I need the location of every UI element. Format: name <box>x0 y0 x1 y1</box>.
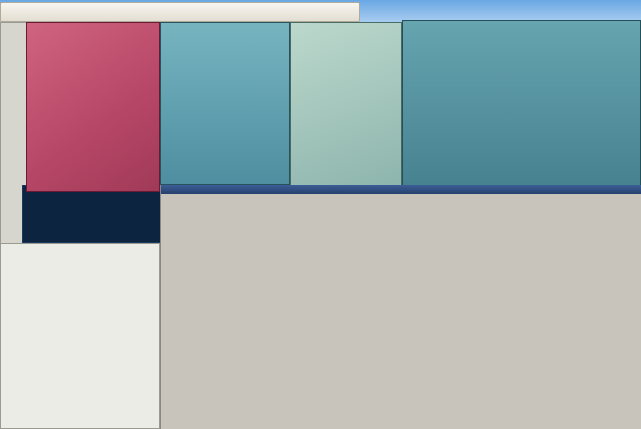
editor-title-bar <box>161 185 641 194</box>
filter-curve-window <box>22 185 163 243</box>
peak-meter-graphic <box>1 41 27 161</box>
channel-strip-window <box>290 22 402 192</box>
mastering-suite-screen <box>0 0 641 429</box>
quick-launch-toolbar <box>0 2 360 22</box>
metering-panel-window <box>160 22 290 185</box>
arrange-editor-window <box>160 185 641 429</box>
compressor-plugin-window <box>26 22 160 192</box>
spectrum-eq-window <box>402 20 641 195</box>
histogram-window <box>0 243 160 429</box>
